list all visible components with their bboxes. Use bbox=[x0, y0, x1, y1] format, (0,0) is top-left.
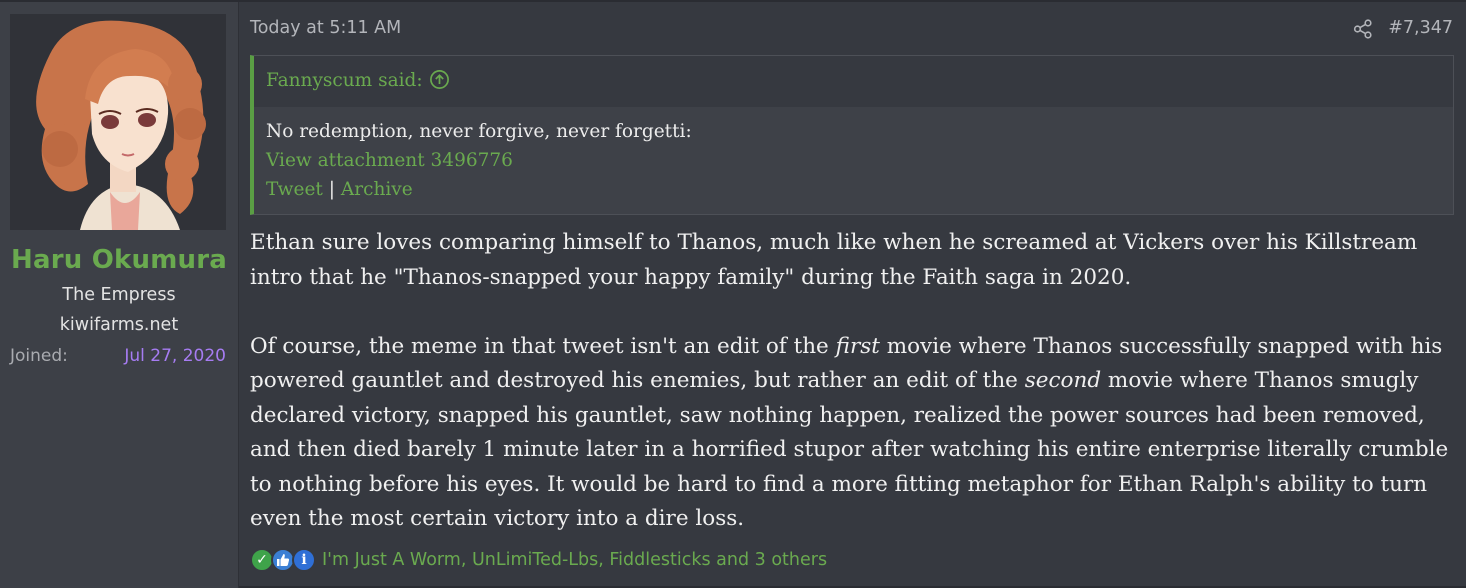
tweet-link[interactable]: Tweet bbox=[266, 179, 323, 200]
user-title: The Empress bbox=[62, 285, 176, 305]
quote-body: No redemption, never forgive, never forg… bbox=[254, 107, 1453, 204]
paragraph-1: Ethan sure loves comparing himself to Th… bbox=[250, 230, 1418, 290]
archive-link[interactable]: Archive bbox=[341, 179, 413, 200]
paragraph-2: Of course, the meme in that tweet isn't … bbox=[250, 330, 1456, 537]
reactions-bar[interactable]: ✓ i I'm Just A Worm, UnLimiTed-Lbs, Fidd… bbox=[250, 547, 827, 573]
post-number-link[interactable]: #7,347 bbox=[1388, 18, 1453, 38]
avatar[interactable] bbox=[10, 14, 226, 230]
p2-text-a: Of course, the meme in that tweet isn't … bbox=[250, 333, 836, 359]
user-panel: Haru Okumura The Empress kiwifarms.net J… bbox=[0, 2, 239, 588]
reaction-users-link[interactable]: I'm Just A Worm, UnLimiTed-Lbs, Fiddlest… bbox=[322, 550, 827, 570]
user-site: kiwifarms.net bbox=[59, 315, 179, 335]
thumbs-up-glyph bbox=[277, 554, 290, 566]
joined-date: Jul 27, 2020 bbox=[124, 346, 226, 366]
username-link[interactable]: Haru Okumura bbox=[0, 245, 238, 275]
post-content: Ethan sure loves comparing himself to Th… bbox=[250, 226, 1456, 537]
joined-label: Joined: bbox=[10, 346, 68, 366]
quote-header: Fannyscum said: bbox=[254, 56, 1453, 107]
quote-block: Fannyscum said: No redemption, never for… bbox=[250, 55, 1454, 215]
message-post: Haru Okumura The Empress kiwifarms.net J… bbox=[0, 0, 1466, 588]
avatar-image bbox=[10, 14, 226, 230]
emphasis-second: second bbox=[1024, 368, 1102, 393]
info-icon: i bbox=[292, 548, 316, 572]
link-separator: | bbox=[328, 179, 335, 200]
quote-text: No redemption, never forgive, never forg… bbox=[266, 121, 692, 142]
share-icon[interactable] bbox=[1353, 19, 1373, 39]
arrow-up-circle-icon[interactable] bbox=[429, 69, 450, 90]
attachment-link[interactable]: View attachment 3496776 bbox=[266, 150, 513, 171]
emphasis-first: first bbox=[835, 333, 880, 359]
post-timestamp[interactable]: Today at 5:11 AM bbox=[250, 18, 401, 38]
quote-author-link[interactable]: Fannyscum said: bbox=[266, 70, 423, 91]
